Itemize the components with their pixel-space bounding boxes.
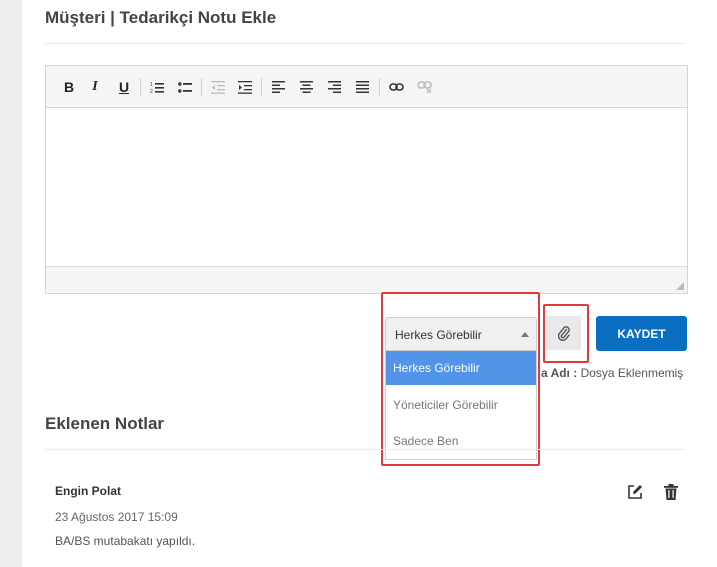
notes-divider	[45, 449, 686, 450]
notes-section-title: Eklenen Notlar	[45, 414, 165, 433]
indent-icon	[238, 80, 252, 94]
visibility-selected-value: Herkes Görebilir	[395, 328, 482, 342]
file-info: a Adı : Dosya Eklenmemiş	[541, 366, 687, 380]
save-button[interactable]: KAYDET	[596, 316, 687, 351]
align-center-button[interactable]	[297, 79, 315, 95]
align-left-button[interactable]	[269, 79, 287, 95]
underline-button[interactable]: U	[115, 79, 133, 95]
toolbar-separator	[261, 78, 262, 96]
svg-text:2: 2	[150, 89, 153, 94]
visibility-option-managers[interactable]: Yöneticiler Görebilir	[386, 388, 536, 422]
align-center-icon	[299, 81, 313, 93]
note-author: Engin Polat	[55, 484, 121, 498]
page-title: Müşteri | Tedarikçi Notu Ekle	[45, 8, 277, 27]
edit-icon[interactable]	[627, 484, 643, 500]
ordered-list-icon: 12	[150, 82, 164, 94]
justify-icon	[355, 81, 369, 93]
unordered-list-button[interactable]	[176, 79, 194, 95]
editor-statusbar	[46, 266, 687, 293]
file-value: Dosya Eklenmemiş	[580, 366, 684, 380]
rich-text-editor: B I U 12	[45, 65, 688, 294]
unlink-icon	[416, 81, 432, 93]
editor-content-area[interactable]	[46, 108, 687, 266]
unlink-button[interactable]	[415, 79, 433, 95]
note-date: 23 Ağustos 2017 15:09	[55, 510, 178, 524]
align-right-icon	[327, 81, 341, 93]
link-icon	[388, 83, 404, 91]
link-button[interactable]	[387, 79, 405, 95]
ordered-list-button[interactable]: 12	[148, 79, 166, 95]
visibility-select[interactable]: Herkes Görebilir	[385, 317, 537, 351]
resize-handle-icon[interactable]	[674, 280, 684, 290]
italic-button[interactable]: I	[86, 79, 104, 95]
italic-icon: I	[92, 79, 98, 94]
toolbar-separator	[140, 78, 141, 96]
align-right-button[interactable]	[325, 79, 343, 95]
attach-file-button[interactable]	[546, 316, 581, 350]
note-card: Müşteri | Tedarikçi Notu Ekle B I U 12 H…	[22, 0, 717, 567]
align-left-icon	[271, 81, 285, 93]
visibility-option-everyone[interactable]: Herkes Görebilir	[386, 351, 536, 385]
visibility-options-list: Herkes Görebilir Yöneticiler Görebilir S…	[385, 351, 537, 460]
note-text: BA/BS mutabakatı yapıldı.	[55, 534, 196, 548]
justify-button[interactable]	[353, 79, 371, 95]
toolbar-separator	[379, 78, 380, 96]
caret-up-icon	[521, 332, 529, 337]
note-item: Engin Polat 23 Ağustos 2017 15:09 BA/BS …	[55, 484, 685, 548]
unordered-list-icon	[178, 81, 192, 93]
outdent-button[interactable]	[209, 79, 227, 95]
bold-button[interactable]: B	[60, 79, 78, 95]
outdent-icon	[211, 80, 225, 94]
visibility-option-only-me[interactable]: Sadece Ben	[386, 424, 536, 458]
svg-text:1: 1	[150, 82, 153, 88]
bold-icon: B	[63, 79, 75, 95]
toolbar-separator	[201, 78, 202, 96]
indent-button[interactable]	[236, 79, 254, 95]
page-gutter	[0, 0, 22, 567]
editor-toolbar: B I U 12	[46, 66, 687, 108]
file-label: a Adı :	[541, 366, 578, 380]
trash-icon[interactable]	[664, 484, 678, 500]
title-divider	[45, 43, 686, 44]
paperclip-icon	[557, 326, 570, 341]
underline-icon: U	[118, 79, 130, 95]
